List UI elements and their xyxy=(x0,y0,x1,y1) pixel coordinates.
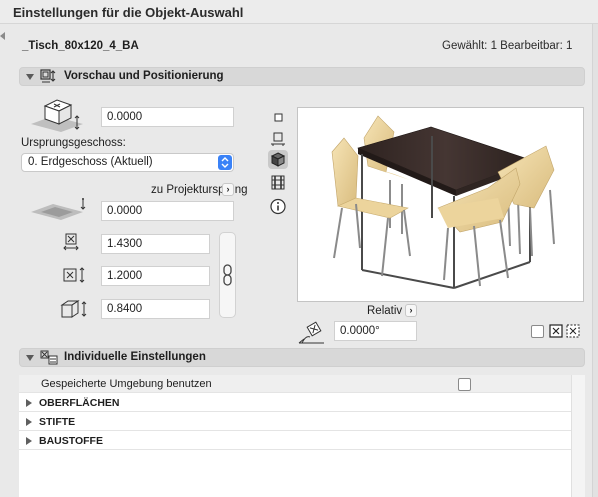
section-individual-header[interactable]: Individuelle Einstellungen xyxy=(19,348,585,367)
section-individual-title: Individuelle Einstellungen xyxy=(64,351,206,363)
mirror-dashed-icon[interactable] xyxy=(566,324,581,339)
rotation-angle-icon xyxy=(298,321,324,344)
elevation-field[interactable]: 0.0000 xyxy=(101,107,234,127)
window-title: Einstellungen für die Objekt-Auswahl xyxy=(13,5,244,20)
settings-list: Gespeicherte Umgebung benutzen OBERFLÄCH… xyxy=(19,375,571,497)
chevron-updown-icon[interactable] xyxy=(218,155,232,170)
height-field[interactable]: 0.8400 xyxy=(101,299,210,319)
project-origin-arrow-button[interactable]: › xyxy=(222,183,234,196)
list-item-materials[interactable]: BAUSTOFFE xyxy=(19,432,571,450)
list-item-label: BAUSTOFFE xyxy=(39,435,103,447)
width-field[interactable]: 1.4300 xyxy=(101,234,210,254)
mirror-checkbox[interactable] xyxy=(531,325,544,338)
saved-environment-checkbox[interactable] xyxy=(458,378,471,391)
relative-arrow-button[interactable]: › xyxy=(405,304,417,317)
disclosure-triangle-icon[interactable] xyxy=(26,74,34,80)
chain-link-icon xyxy=(223,264,232,286)
3d-view-icon xyxy=(270,152,286,167)
3d-preview[interactable] xyxy=(297,107,584,302)
list-item-surfaces[interactable]: OBERFLÄCHEN xyxy=(19,394,571,412)
expand-triangle-icon[interactable] xyxy=(26,418,32,426)
project-origin-field[interactable]: 0.0000 xyxy=(101,201,234,221)
expand-triangle-icon[interactable] xyxy=(26,437,32,445)
preview-position-icon xyxy=(40,69,56,83)
origin-story-value: 0. Erdgeschoss (Aktuell) xyxy=(28,156,153,168)
section-preview-title: Vorschau und Positionierung xyxy=(64,70,224,82)
disclosure-triangle-icon[interactable] xyxy=(26,355,34,361)
list-item-label: STIFTE xyxy=(39,416,76,428)
3d-view-button[interactable] xyxy=(268,150,288,169)
width-icon xyxy=(63,233,79,251)
mirror-icon[interactable] xyxy=(549,324,564,339)
object-name: _Tisch_80x120_4_BA xyxy=(22,40,139,52)
individual-settings-icon xyxy=(40,350,58,365)
plan-symbol-icon[interactable] xyxy=(268,130,288,149)
saved-environment-label: Gespeicherte Umgebung benutzen xyxy=(41,378,212,390)
section-preview-header[interactable]: Vorschau und Positionierung xyxy=(19,67,585,86)
list-item-pens[interactable]: STIFTE xyxy=(19,413,571,431)
relative-label: Relativ xyxy=(367,305,403,317)
scrollbar[interactable] xyxy=(592,24,598,497)
proportion-link-button[interactable] xyxy=(219,232,236,318)
2d-symbol-icon[interactable] xyxy=(268,108,288,127)
origin-story-select[interactable]: 0. Erdgeschoss (Aktuell) xyxy=(21,153,234,172)
panel-collapse-handle[interactable] xyxy=(0,32,5,40)
title-bar: Einstellungen für die Objekt-Auswahl xyxy=(0,0,598,24)
table-chairs-preview-image xyxy=(331,115,555,289)
selection-info: Gewählt: 1 Bearbeitbar: 1 xyxy=(442,40,573,52)
section-icon[interactable] xyxy=(268,173,288,192)
info-icon[interactable] xyxy=(268,197,288,216)
list-item-saved-environment[interactable]: Gespeicherte Umgebung benutzen xyxy=(19,375,571,393)
expand-triangle-icon[interactable] xyxy=(26,399,32,407)
project-origin-elevation-icon xyxy=(31,198,86,220)
elevation-icon xyxy=(31,99,83,132)
list-item-label: OBERFLÄCHEN xyxy=(39,397,120,409)
depth-icon xyxy=(63,267,85,283)
rotation-angle-field[interactable]: 0.0000° xyxy=(334,321,417,341)
list-scrollbar[interactable] xyxy=(571,375,585,497)
height-icon xyxy=(60,300,87,318)
depth-field[interactable]: 1.2000 xyxy=(101,266,210,286)
origin-story-label: Ursprungsgeschoss: xyxy=(21,137,126,149)
